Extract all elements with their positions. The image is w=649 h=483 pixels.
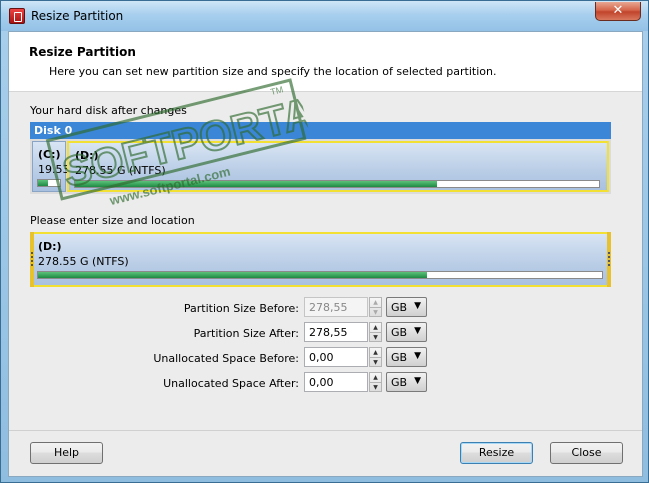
spin-down-icon[interactable]: ▼ xyxy=(370,332,381,341)
spin-up-icon[interactable]: ▲ xyxy=(370,323,381,332)
partition-resize-area[interactable]: (D:) 278.55 G (NTFS) xyxy=(30,232,611,287)
disk-name: Disk 0 xyxy=(30,122,611,139)
spin-down-icon: ▼ xyxy=(370,307,381,316)
partition-c-info: 19.53 xyxy=(38,163,70,176)
window-title: Resize Partition xyxy=(31,9,124,23)
resize-partition-window: Resize Partition ✕ Resize Partition Here… xyxy=(0,0,649,483)
footer-separator xyxy=(9,430,642,431)
chevron-down-icon: ▼ xyxy=(414,351,421,361)
unallocated-before-unit-select[interactable]: GB ▼ xyxy=(386,347,427,367)
location-section-label: Please enter size and location xyxy=(30,214,195,227)
resize-partition-name: (D:) xyxy=(38,240,62,253)
chevron-down-icon: ▼ xyxy=(414,301,421,311)
unallocated-after-label: Unallocated Space After: xyxy=(163,377,299,390)
left-resize-handle[interactable] xyxy=(30,232,34,287)
unallocated-before-unit: GB xyxy=(391,351,408,364)
close-button[interactable]: Close xyxy=(550,442,623,464)
unallocated-after-spinner[interactable]: ▲ ▼ xyxy=(369,372,382,392)
partition-d-usage-bar xyxy=(74,180,600,188)
spin-up-icon[interactable]: ▲ xyxy=(370,373,381,382)
partition-c[interactable]: (C:) 19.53 xyxy=(32,141,70,192)
partition-d-info: 278.55 G (NTFS) xyxy=(75,164,166,177)
size-after-unit: GB xyxy=(391,326,408,339)
window-close-button[interactable]: ✕ xyxy=(595,2,641,21)
size-after-field[interactable]: 278,55 xyxy=(304,322,368,342)
partition-c-usage-fill xyxy=(38,180,48,186)
size-before-unit-select[interactable]: GB ▼ xyxy=(386,297,427,317)
dialog-header: Resize Partition Here you can set new pa… xyxy=(9,32,642,92)
size-before-spinner: ▲ ▼ xyxy=(369,297,382,317)
partition-d-usage-fill xyxy=(75,181,437,187)
unallocated-after-field[interactable]: 0,00 xyxy=(304,372,368,392)
size-before-field: 278,55 xyxy=(304,297,368,317)
dialog-body: Resize Partition Here you can set new pa… xyxy=(8,31,643,477)
resize-partition-info: 278.55 G (NTFS) xyxy=(38,255,129,268)
unallocated-before-spinner[interactable]: ▲ ▼ xyxy=(369,347,382,367)
spin-up-icon: ▲ xyxy=(373,299,378,306)
unallocated-before-field[interactable]: 0,00 xyxy=(304,347,368,367)
app-icon xyxy=(9,8,25,24)
partition-d[interactable]: (D:) 278.55 G (NTFS) xyxy=(67,141,609,192)
right-resize-handle[interactable] xyxy=(607,232,611,287)
size-after-unit-select[interactable]: GB ▼ xyxy=(386,322,427,342)
resize-button[interactable]: Resize xyxy=(460,442,533,464)
size-before-unit: GB xyxy=(391,301,408,314)
title-bar[interactable]: Resize Partition ✕ xyxy=(1,1,648,31)
partition-c-usage-bar xyxy=(37,179,61,187)
disk-section-label: Your hard disk after changes xyxy=(30,104,187,117)
size-before-label: Partition Size Before: xyxy=(183,302,299,315)
chevron-down-icon: ▼ xyxy=(414,326,421,336)
partition-c-name: (C:) xyxy=(38,148,61,161)
chevron-down-icon: ▼ xyxy=(414,376,421,386)
header-description: Here you can set new partition size and … xyxy=(49,65,497,78)
resize-usage-fill xyxy=(38,272,428,278)
help-button[interactable]: Help xyxy=(30,442,103,464)
partition-d-name: (D:) xyxy=(75,149,99,162)
spin-down-icon[interactable]: ▼ xyxy=(370,357,381,366)
size-after-spinner[interactable]: ▲ ▼ xyxy=(369,322,382,342)
spin-up-icon[interactable]: ▲ xyxy=(370,348,381,357)
header-title: Resize Partition xyxy=(29,45,136,59)
spin-down-icon[interactable]: ▼ xyxy=(370,382,381,391)
disk-map: (C:) 19.53 (D:) 278.55 G (NTFS) xyxy=(30,139,611,194)
unallocated-after-unit: GB xyxy=(391,376,408,389)
size-after-label: Partition Size After: xyxy=(193,327,299,340)
unallocated-after-unit-select[interactable]: GB ▼ xyxy=(386,372,427,392)
unallocated-before-label: Unallocated Space Before: xyxy=(153,352,299,365)
resize-usage-bar xyxy=(37,271,603,279)
